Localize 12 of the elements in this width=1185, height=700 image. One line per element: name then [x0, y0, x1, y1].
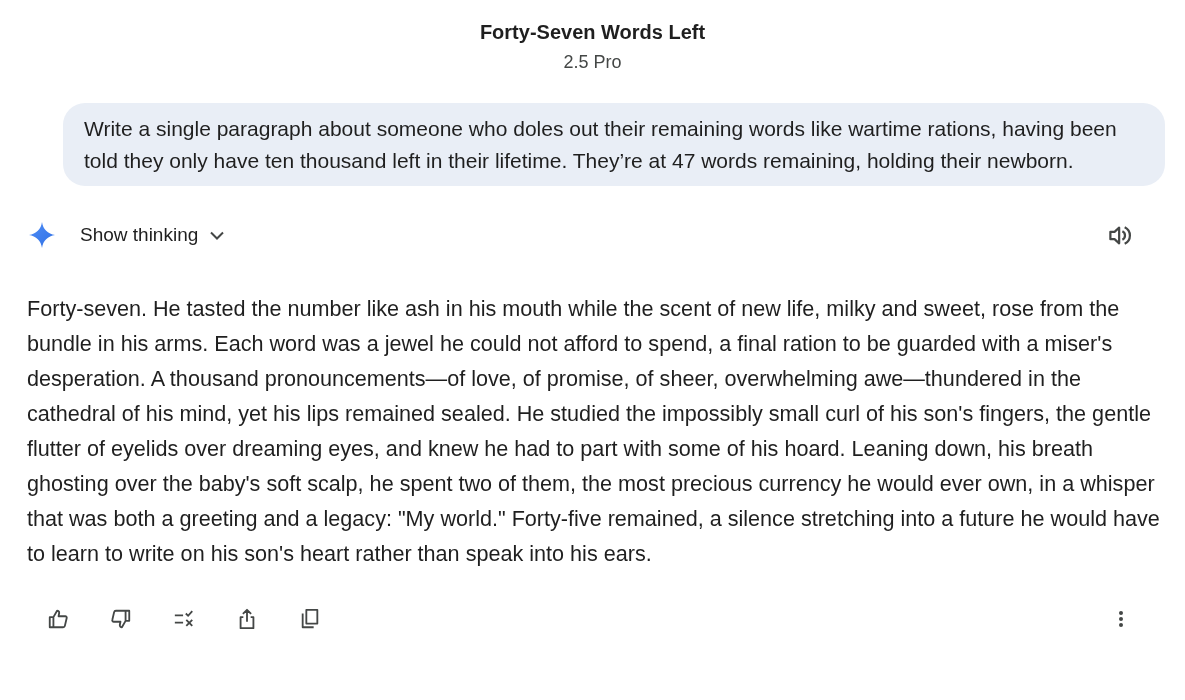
speaker-icon[interactable] — [1109, 224, 1133, 246]
chat-title: Forty-Seven Words Left — [479, 20, 706, 44]
prompt-bubble: Write a single paragraph about someone who doles out their remaining words like wartime rations, having been told they only have ten thousand left in their lifetime. They’re at 47 words remaining, holding their newborn. — [63, 103, 1165, 186]
copy-icon[interactable] — [299, 608, 321, 630]
thumbs-down-icon[interactable] — [110, 608, 132, 630]
response-paragraph: Forty-seven. He tasted the number like ash in his mouth while the scent of new life, milky and sweet, rose from the bundle in his arms. Each word was a jewel he could not afford to spend, a final ration to be guarded with a miser's desperation. A thousand pronouncements—of love, of promise, of sheer, overwhelming awe—thundered in the cathedral of his mind, yet his lips remained sealed. He studied the impossibly small curl of his son's fingers, the gentle flutter of eyelids over dreaming eyes, and knew he had to part with some of his hoard. Leaning down, his breath ghosting over the baby's soft scalp, he spent two of them, the most precious currency he would ever own, in a whisper that was both a greeting and a legacy: "My world." Forty-five remained, a silence stretching into a future he would have to learn to write on his son's heart rather than speak into his ears. — [27, 295, 1161, 568]
chevron-down-icon — [210, 230, 225, 240]
sparkle-icon — [29, 222, 55, 248]
model-label: 2.5 Pro — [563, 51, 622, 74]
thumbs-up-icon[interactable] — [47, 608, 69, 630]
show-thinking-toggle[interactable]: Show thinking — [80, 223, 225, 247]
more-options-icon[interactable] — [1118, 610, 1124, 628]
